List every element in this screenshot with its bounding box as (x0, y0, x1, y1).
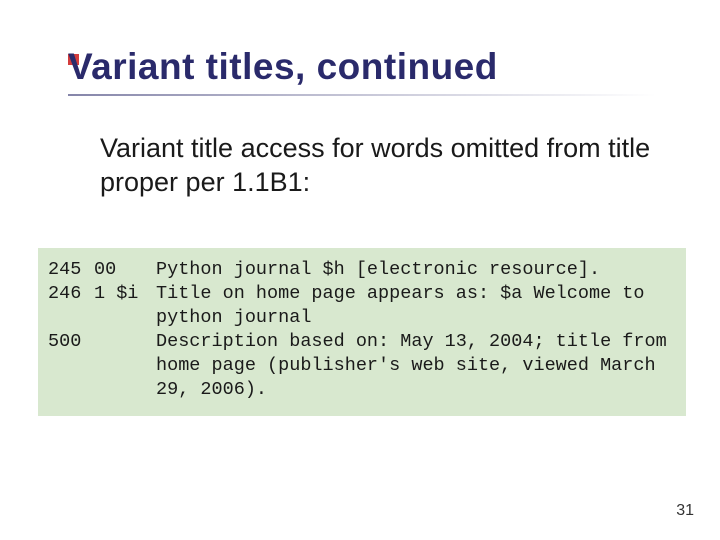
slide-title: Variant titles, continued (68, 46, 680, 88)
marc-line: 245 00 Python journal $h [electronic res… (48, 258, 676, 282)
marc-record-block: 245 00 Python journal $h [electronic res… (38, 248, 686, 416)
slide-subtitle: Variant title access for words omitted f… (100, 132, 660, 200)
marc-line: 246 1 $i Title on home page appears as: … (48, 282, 676, 330)
marc-tag: 246 (48, 282, 94, 330)
marc-tag: 245 (48, 258, 94, 282)
marc-field-text: Python journal $h [electronic resource]. (156, 258, 676, 282)
marc-line: 500 Description based on: May 13, 2004; … (48, 330, 676, 402)
marc-field-text: Description based on: May 13, 2004; titl… (156, 330, 676, 402)
marc-indicators: 1 $i (94, 282, 156, 330)
marc-tag: 500 (48, 330, 94, 402)
title-underline (68, 94, 656, 96)
title-container: Variant titles, continued (68, 46, 680, 96)
page-number: 31 (676, 502, 694, 520)
marc-field-text: Title on home page appears as: $a Welcom… (156, 282, 676, 330)
marc-indicators (94, 330, 156, 402)
slide: Variant titles, continued Variant title … (0, 0, 720, 540)
marc-indicators: 00 (94, 258, 156, 282)
